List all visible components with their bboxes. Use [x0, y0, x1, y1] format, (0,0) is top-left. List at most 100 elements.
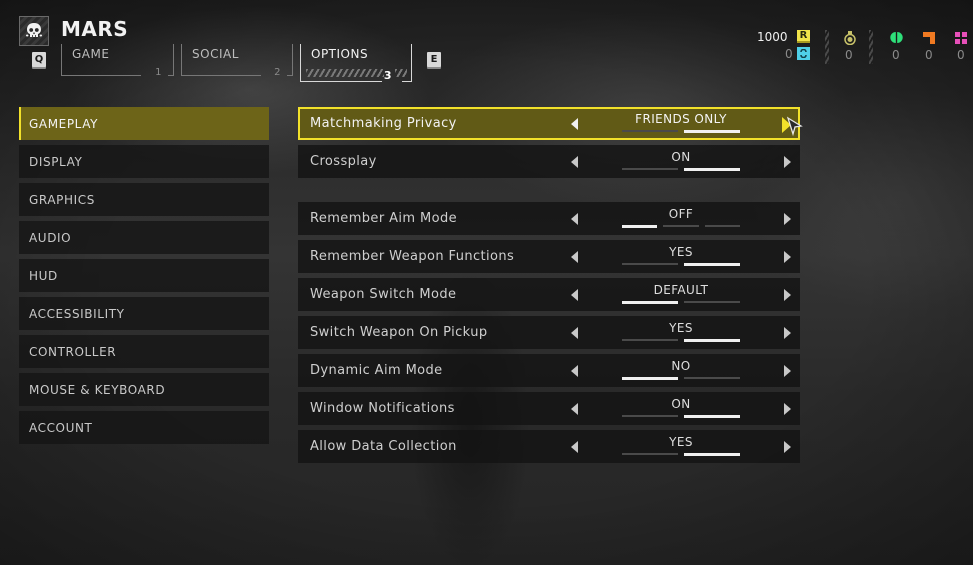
- arrow-left-icon[interactable]: [571, 327, 578, 339]
- option-indicator: [622, 377, 740, 380]
- skull-icon: [25, 23, 43, 37]
- tab-game[interactable]: GAME 1: [61, 44, 174, 78]
- tab-number: 3: [383, 69, 392, 82]
- option-indicator: [622, 453, 740, 456]
- setting-value: DEFAULT: [653, 283, 709, 297]
- option-indicator: [622, 301, 740, 304]
- option-segment-selected: [622, 377, 678, 380]
- medals-value: 0: [845, 48, 853, 62]
- option-indicator: [622, 339, 740, 342]
- option-segment-selected: [684, 415, 740, 418]
- requisition-value: 1000: [757, 30, 788, 44]
- option-segment: [684, 377, 740, 379]
- arrow-left-icon[interactable]: [571, 441, 578, 453]
- arrow-left-icon[interactable]: [571, 251, 578, 263]
- setting-label: Dynamic Aim Mode: [310, 363, 443, 378]
- tab-options[interactable]: OPTIONS 3: [300, 44, 412, 82]
- option-segment-selected: [684, 339, 740, 342]
- player-name: MARS: [61, 17, 129, 41]
- sidebar-item-audio[interactable]: AUDIO: [19, 221, 269, 254]
- common-samples-value: 0: [892, 48, 900, 62]
- setting-label: Matchmaking Privacy: [310, 116, 457, 131]
- option-indicator: [622, 263, 740, 266]
- tab-number: 2: [274, 67, 281, 78]
- setting-row-switch-weapon-on-pickup[interactable]: Switch Weapon On Pickup YES: [298, 316, 800, 349]
- arrow-right-icon[interactable]: [784, 213, 791, 225]
- arrow-right-icon[interactable]: [784, 365, 791, 377]
- option-segment-selected: [684, 130, 740, 133]
- setting-value: YES: [669, 435, 693, 449]
- next-tab-key-e[interactable]: E: [427, 52, 441, 67]
- setting-row-remember-aim-mode[interactable]: Remember Aim Mode OFF: [298, 202, 800, 235]
- option-segment: [663, 225, 699, 227]
- option-segment: [622, 168, 678, 170]
- arrow-left-icon[interactable]: [571, 118, 578, 130]
- sidebar-item-display[interactable]: DISPLAY: [19, 145, 269, 178]
- option-segment-selected: [622, 225, 658, 228]
- setting-label: Crossplay: [310, 154, 377, 169]
- arrow-left-icon[interactable]: [571, 213, 578, 225]
- setting-label: Weapon Switch Mode: [310, 287, 457, 302]
- option-segment: [622, 263, 678, 265]
- arrow-left-icon[interactable]: [571, 156, 578, 168]
- active-tab-hatch: [395, 69, 407, 77]
- option-segment: [622, 130, 678, 132]
- option-segment-selected: [684, 168, 740, 171]
- super-credits-icon: [797, 47, 810, 60]
- super-sample-icon: [954, 31, 967, 44]
- arrow-left-icon[interactable]: [571, 365, 578, 377]
- tab-number: 1: [155, 67, 162, 78]
- active-tab-hatch: [306, 69, 384, 77]
- sidebar-item-account[interactable]: ACCOUNT: [19, 411, 269, 444]
- rare-samples-value: 0: [925, 48, 933, 62]
- option-segment-selected: [684, 453, 740, 456]
- setting-value: YES: [669, 321, 693, 335]
- setting-row-window-notifications[interactable]: Window Notifications ON: [298, 392, 800, 425]
- tab-label: SOCIAL: [192, 47, 239, 61]
- option-segment-selected: [622, 301, 678, 304]
- arrow-left-icon[interactable]: [571, 403, 578, 415]
- super-samples-value: 0: [957, 48, 965, 62]
- player-emblem: [19, 16, 49, 46]
- sidebar-item-gameplay[interactable]: GAMEPLAY: [19, 107, 269, 140]
- setting-row-crossplay[interactable]: Crossplay ON: [298, 145, 800, 178]
- tab-label: OPTIONS: [311, 47, 369, 61]
- requisition-icon: R: [797, 30, 810, 43]
- arrow-right-icon[interactable]: [784, 289, 791, 301]
- arrow-right-icon[interactable]: [784, 403, 791, 415]
- super-credits-value: 0: [785, 47, 793, 61]
- setting-row-weapon-switch-mode[interactable]: Weapon Switch Mode DEFAULT: [298, 278, 800, 311]
- medal-icon: [843, 30, 856, 45]
- option-segment-selected: [684, 263, 740, 266]
- option-segment: [622, 453, 678, 455]
- option-segment: [704, 225, 740, 227]
- currency-divider: [869, 30, 873, 64]
- setting-value: ON: [671, 150, 691, 164]
- arrow-left-icon[interactable]: [571, 289, 578, 301]
- option-indicator: [622, 225, 740, 228]
- sidebar-item-controller[interactable]: CONTROLLER: [19, 335, 269, 368]
- sidebar-item-accessibility[interactable]: ACCESSIBILITY: [19, 297, 269, 330]
- arrow-right-icon[interactable]: [784, 251, 791, 263]
- setting-value: YES: [669, 245, 693, 259]
- tab-social[interactable]: SOCIAL 2: [181, 44, 293, 78]
- arrow-right-icon[interactable]: [784, 327, 791, 339]
- setting-label: Switch Weapon On Pickup: [310, 325, 488, 340]
- prev-tab-key-q[interactable]: Q: [32, 52, 46, 67]
- option-indicator: [622, 168, 740, 171]
- arrow-right-icon[interactable]: [784, 441, 791, 453]
- setting-value: OFF: [668, 207, 694, 221]
- option-segment: [684, 301, 740, 303]
- sidebar-item-mouse-keyboard[interactable]: MOUSE & KEYBOARD: [19, 373, 269, 406]
- sidebar-item-hud[interactable]: HUD: [19, 259, 269, 292]
- setting-row-allow-data-collection[interactable]: Allow Data Collection YES: [298, 430, 800, 463]
- currency-divider: [825, 30, 829, 64]
- sidebar-item-graphics[interactable]: GRAPHICS: [19, 183, 269, 216]
- arrow-right-icon[interactable]: [784, 156, 791, 168]
- setting-row-matchmaking-privacy[interactable]: Matchmaking Privacy FRIENDS ONLY: [298, 107, 800, 140]
- setting-row-remember-weapon-functions[interactable]: Remember Weapon Functions YES: [298, 240, 800, 273]
- setting-row-dynamic-aim-mode[interactable]: Dynamic Aim Mode NO: [298, 354, 800, 387]
- setting-label: Remember Weapon Functions: [310, 249, 515, 264]
- setting-label: Remember Aim Mode: [310, 211, 458, 226]
- setting-value: NO: [671, 359, 691, 373]
